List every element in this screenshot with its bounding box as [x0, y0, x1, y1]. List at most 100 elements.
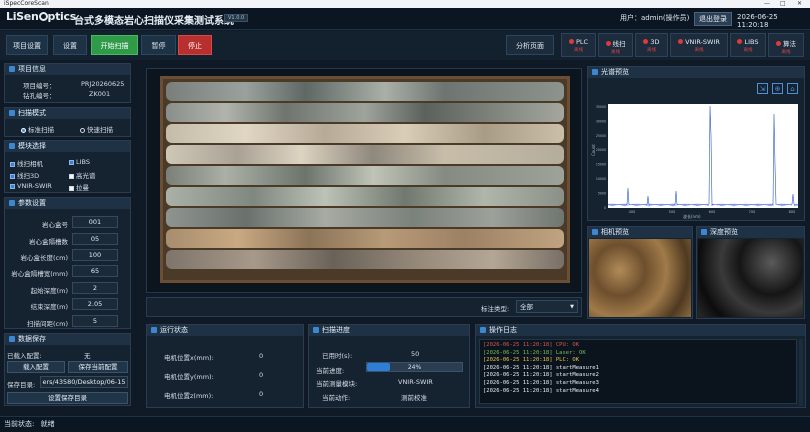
param-input-slot-count[interactable]: 05 — [72, 233, 118, 245]
oplog-scrollbar[interactable] — [799, 339, 803, 406]
maximize-icon[interactable]: □ — [780, 0, 786, 8]
x-tick-label: 800 — [789, 210, 796, 214]
checkbox-linescan-camera[interactable]: 线扫相机 — [10, 158, 43, 168]
logout-button[interactable]: 退出登录 — [694, 12, 732, 26]
scan-icon — [9, 110, 15, 116]
depth-preview-panel: 深度预览 — [696, 226, 805, 319]
param-label: 扫描间距(cm) — [27, 320, 68, 328]
save-icon — [9, 336, 15, 342]
device-status-vnir-swir[interactable]: VNIR-SWIR 离线 — [670, 33, 728, 57]
status-dot-icon — [678, 39, 684, 44]
spectrum-chart[interactable]: Count 波长(nm) 050001000015000200002500030… — [588, 96, 804, 220]
settings-button[interactable]: 设置 — [53, 35, 87, 55]
mark-type-select[interactable]: 全部 ▼ — [516, 300, 578, 313]
company-logo: LiSen ptics — [6, 10, 76, 23]
stop-button[interactable]: 停止 — [178, 35, 212, 55]
minimize-icon[interactable]: — — [764, 0, 770, 8]
device-status-plc[interactable]: PLC 离线 — [561, 33, 596, 57]
device-status-3d[interactable]: 3D 离线 — [635, 33, 668, 57]
close-window-icon[interactable]: ✕ — [797, 0, 802, 8]
checkbox-raman[interactable]: 拉曼 — [69, 182, 89, 192]
module-icon — [9, 143, 15, 149]
save-dir-field[interactable]: ers/43580/Desktop/06-15 — [40, 376, 128, 388]
reset-view-icon[interactable]: ⌂ — [787, 83, 798, 94]
device-status-libs[interactable]: LIBS 离线 — [730, 33, 766, 57]
status-bar: 当前状态: 就绪 — [0, 416, 810, 432]
motor-y-label: 电机位置y(mm): — [164, 373, 214, 381]
checkbox-checked-icon — [10, 174, 15, 179]
motor-x-label: 电机位置x(mm): — [164, 354, 214, 362]
project-no-value: PRJ20260625 — [81, 80, 125, 88]
save-config-button[interactable]: 保存当前配置 — [68, 361, 128, 373]
device-status-linescan[interactable]: 线扫 离线 — [598, 33, 633, 57]
status-value: 就绪 — [40, 420, 55, 428]
checkbox-checked-icon — [10, 162, 15, 167]
y-tick-label: 5000 — [598, 192, 606, 196]
param-input-end-depth[interactable]: 2.05 — [72, 298, 118, 310]
analysis-page-button[interactable]: 分析页面 — [506, 35, 554, 55]
oplog-list[interactable]: [2026-06-25 11:20:18] CPU: OK [2026-06-25… — [479, 339, 797, 404]
set-save-dir-button[interactable]: 设置保存目录 — [7, 392, 128, 404]
start-scan-button[interactable]: 开始扫描 — [91, 35, 138, 55]
app-title: 台式多模态岩心扫描仪采集测试系统 — [74, 16, 234, 27]
action-value: 测前校准 — [401, 394, 427, 402]
module-select-panel: 模块选择 线扫相机 LIBS 线扫3D 高光谱 VNIR-SWIR 拉曼 — [4, 140, 131, 193]
zoom-icon[interactable]: ⊕ — [772, 83, 783, 94]
project-info-panel: 项目信息 项目编号： PRJ20260625 钻孔编号： ZK001 — [4, 63, 131, 103]
param-input-scan-interval[interactable]: 5 — [72, 315, 118, 327]
status-icon — [151, 327, 157, 333]
x-tick-label: 700 — [749, 210, 756, 214]
log-line: [2026-06-25 11:20:18] startMeasure3 — [483, 379, 599, 386]
y-tick-label: 25000 — [596, 134, 606, 138]
module-value: VNIR-SWIR — [398, 378, 433, 386]
status-dot-icon — [568, 39, 574, 44]
param-input-box-length[interactable]: 100 — [72, 249, 118, 261]
core-tray-image — [160, 76, 570, 283]
checkbox-libs[interactable]: LIBS — [69, 158, 90, 166]
progress-icon — [313, 327, 319, 333]
pause-button[interactable]: 暂停 — [141, 35, 176, 55]
x-tick-label: 600 — [709, 210, 716, 214]
radio-standard-scan[interactable]: 标准扫描 — [21, 124, 54, 134]
x-tick-label: 500 — [669, 210, 676, 214]
motor-z-label: 电机位置z(mm): — [164, 392, 214, 400]
param-label: 岩心盒长度(cm) — [20, 254, 68, 262]
checkbox-unchecked-icon — [69, 174, 74, 179]
window-titlebar: iSpecCoreScan — □ ✕ — [0, 0, 810, 8]
status-dot-icon — [737, 39, 743, 44]
mark-type-label: 标注类型: — [481, 305, 510, 313]
checkbox-vnir-swir[interactable]: VNIR-SWIR — [10, 182, 52, 190]
fit-view-icon[interactable]: ⇲ — [757, 83, 768, 94]
elapsed-value: 50 — [411, 350, 420, 358]
load-config-button[interactable]: 载入配置 — [7, 361, 65, 373]
param-input-slot-width[interactable]: 65 — [72, 265, 118, 277]
radio-fast-scan[interactable]: 快速扫描 — [80, 124, 113, 134]
y-tick-label: 35000 — [596, 105, 606, 109]
device-status-algorithm[interactable]: 算法 离线 — [768, 33, 804, 57]
user-info: 用户：admin(操作员) — [620, 14, 690, 22]
project-no-label: 项目编号： — [23, 82, 56, 90]
project-settings-button[interactable]: 项目设置 — [6, 35, 48, 55]
checkbox-unchecked-icon — [69, 186, 74, 191]
elapsed-label: 已用时(s): — [322, 352, 353, 360]
checkbox-linescan-3d[interactable]: 线扫3D — [10, 170, 39, 180]
checkbox-checked-icon — [10, 184, 15, 189]
radio-off-icon — [80, 128, 85, 133]
log-icon — [480, 327, 486, 333]
hole-no-value: ZK001 — [89, 90, 111, 98]
camera-preview-image — [589, 239, 691, 317]
param-input-start-depth[interactable]: 2 — [72, 282, 118, 294]
version-badge: V1.0.0 — [224, 14, 249, 22]
y-tick-label: 30000 — [596, 119, 606, 123]
y-tick-label: 10000 — [596, 177, 606, 181]
progress-label: 当前进度: — [316, 367, 345, 375]
log-line: [2026-06-25 11:20:18] startMeasure4 — [483, 387, 599, 394]
y-tick-label: 0 — [604, 206, 606, 210]
param-input-box-no[interactable]: 001 — [72, 216, 118, 228]
checkbox-hyperspectral[interactable]: 高光谱 — [69, 170, 96, 180]
param-label: 岩心盒隔槽数 — [29, 238, 68, 246]
camera-preview-panel: 相机预览 — [587, 226, 693, 319]
chevron-down-icon: ▼ — [570, 304, 574, 310]
progress-bar: 24% — [366, 362, 463, 372]
log-line: [2026-06-25 11:20:18] startMeasure1 — [483, 364, 599, 371]
